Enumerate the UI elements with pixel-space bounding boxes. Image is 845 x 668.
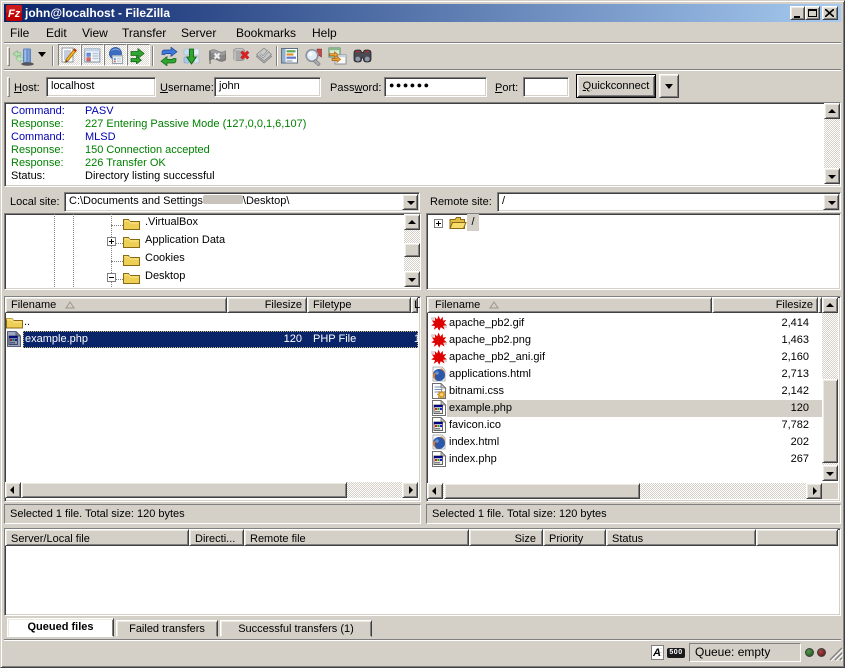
svg-text:Fz: Fz [8, 8, 21, 20]
